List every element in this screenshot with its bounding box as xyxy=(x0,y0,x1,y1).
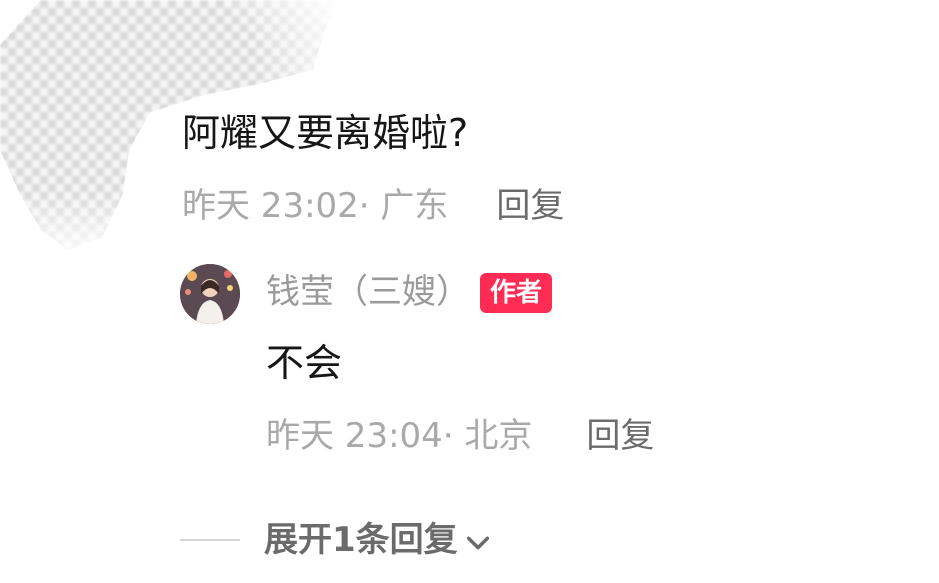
author-badge: 作者 xyxy=(480,273,553,313)
comment-text: 阿耀又要离婚啦? xyxy=(182,111,469,155)
reply-reply-button[interactable]: 回复 xyxy=(586,414,654,458)
reply-meta: 昨天 23:04· 北京 回复 xyxy=(266,414,654,458)
comment-reply-button[interactable]: 回复 xyxy=(496,184,564,228)
comment-meta: 昨天 23:02· 广东 回复 xyxy=(182,184,564,228)
expand-replies-button[interactable]: 展开1条回复 xyxy=(180,518,492,562)
author-name[interactable]: 钱莹（三嫂） xyxy=(266,270,470,314)
chevron-down-icon xyxy=(466,536,489,550)
expand-label: 展开1条回复 xyxy=(264,520,458,560)
reply-time-location: 昨天 23:04· 北京 xyxy=(266,416,533,456)
avatar-image xyxy=(180,264,240,324)
user-avatar-icon[interactable] xyxy=(180,264,240,324)
reply-text: 不会 xyxy=(266,341,343,385)
comment-time-location: 昨天 23:02· 广东 xyxy=(182,186,449,226)
expand-divider-line xyxy=(180,539,240,541)
